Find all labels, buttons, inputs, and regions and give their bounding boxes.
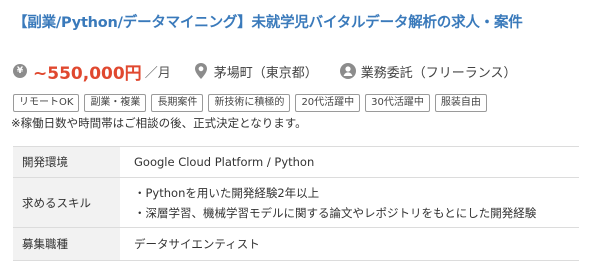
row-value-line: Google Cloud Platform / Python xyxy=(134,155,315,169)
row-value-line: ・深層学習、機械学習モデルに関する論文やレポジトリをもとにした開発経験 xyxy=(134,205,537,220)
tag-item[interactable]: 副業・複業 xyxy=(84,94,147,112)
tag-item[interactable]: 服装自由 xyxy=(434,94,487,112)
table-row: 求めるスキル ・Pythonを用いた開発経験2年以上 ・深層学習、機械学習モデル… xyxy=(13,178,579,228)
row-value-line: ・Pythonを用いた開発経験2年以上 xyxy=(134,185,320,200)
tag-item[interactable]: 20代活躍中 xyxy=(295,94,361,112)
job-title[interactable]: 【副業/Python/データマイニング】未就学児バイタルデータ解析の求人・案件 xyxy=(13,11,523,32)
tag-item[interactable]: 30代活躍中 xyxy=(365,94,430,112)
tag-item[interactable]: 新技術に積極的 xyxy=(208,94,291,112)
table-row: 開発環境 Google Cloud Platform / Python xyxy=(13,147,579,178)
job-listing-card: 【副業/Python/データマイニング】未就学児バイタルデータ解析の求人・案件 … xyxy=(0,0,591,270)
row-label: 開発環境 xyxy=(13,147,120,177)
location-pin-icon xyxy=(194,63,207,79)
salary-period: ／月 xyxy=(144,65,171,81)
yen-icon: ¥ xyxy=(13,64,27,78)
tag-item[interactable]: リモートOK xyxy=(13,94,80,112)
tag-list: リモートOK 副業・複業 長期案件 新技術に積極的 20代活躍中 30代活躍中 … xyxy=(13,94,487,112)
job-meta: ¥ ~550,000円 ／月 茅場町（東京都） 業務委託（フリーランス） xyxy=(13,57,516,85)
job-details-table: 開発環境 Google Cloud Platform / Python 求めるス… xyxy=(13,146,579,261)
row-value-line: データサイエンティスト xyxy=(134,237,260,251)
row-label: 募集職種 xyxy=(13,228,120,260)
job-location: 茅場町（東京都） xyxy=(213,65,318,81)
row-value: データサイエンティスト xyxy=(120,228,579,260)
person-icon xyxy=(339,63,356,79)
schedule-note: ※稼働日数や時間帯はご相談の後、正式決定となります。 xyxy=(11,116,307,130)
row-value: ・Pythonを用いた開発経験2年以上 ・深層学習、機械学習モデルに関する論文や… xyxy=(120,178,579,227)
tag-item[interactable]: 長期案件 xyxy=(151,94,204,112)
row-label: 求めるスキル xyxy=(13,178,120,227)
table-row: 募集職種 データサイエンティスト xyxy=(13,228,579,261)
contract-type: 業務委託（フリーランス） xyxy=(360,65,517,81)
row-value: Google Cloud Platform / Python xyxy=(120,147,579,177)
salary-price: ~550,000円 xyxy=(33,63,142,84)
